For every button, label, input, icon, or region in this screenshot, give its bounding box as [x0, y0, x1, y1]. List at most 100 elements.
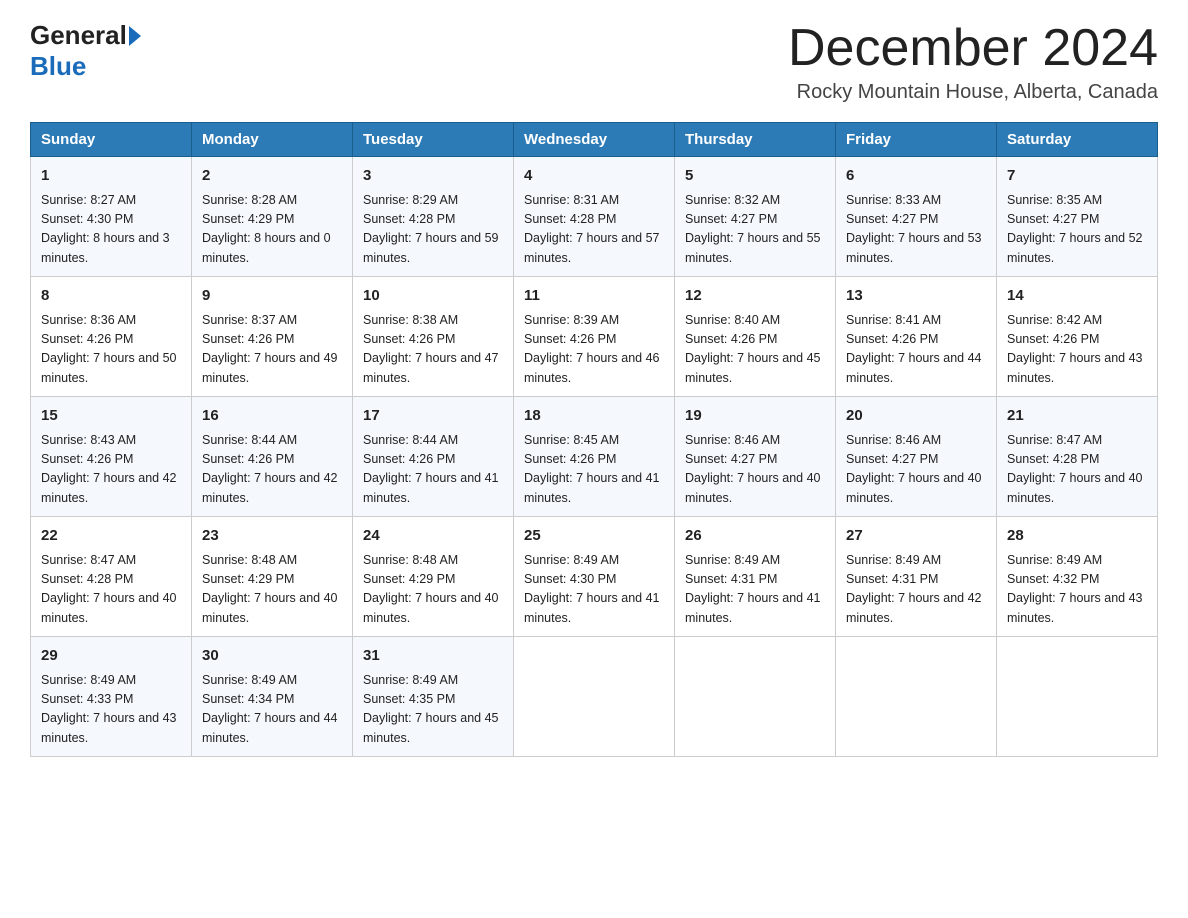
- day-number: 24: [363, 525, 503, 548]
- day-info: Sunrise: 8:48 AMSunset: 4:29 PMDaylight:…: [363, 551, 503, 629]
- calendar-cell: [836, 637, 997, 757]
- calendar-cell: [675, 637, 836, 757]
- calendar-week-2: 8Sunrise: 8:36 AMSunset: 4:26 PMDaylight…: [31, 277, 1158, 397]
- day-number: 4: [524, 165, 664, 188]
- month-title: December 2024: [788, 20, 1158, 77]
- calendar-week-5: 29 Sunrise: 8:49 AMSunset: 4:33 PMDayligh…: [31, 637, 1158, 757]
- calendar-cell: 7 Sunrise: 8:35 AMSunset: 4:27 PMDaylight…: [997, 157, 1158, 277]
- calendar-cell: 11Sunrise: 8:39 AMSunset: 4:26 PMDayligh…: [514, 277, 675, 397]
- day-info: Sunrise: 8:49 AMSunset: 4:30 PMDaylight:…: [524, 551, 664, 629]
- calendar-cell: 6 Sunrise: 8:33 AMSunset: 4:27 PMDaylight…: [836, 157, 997, 277]
- day-number: 3: [363, 165, 503, 188]
- calendar-cell: 18 Sunrise: 8:45 AMSunset: 4:26 PMDayligh…: [514, 397, 675, 517]
- calendar-cell: 22 Sunrise: 8:47 AMSunset: 4:28 PMDayligh…: [31, 517, 192, 637]
- day-number: 18: [524, 405, 664, 428]
- day-info: Sunrise: 8:49 AMSunset: 4:33 PMDaylight:…: [41, 671, 181, 749]
- day-number: 29: [41, 645, 181, 668]
- calendar-cell: 24 Sunrise: 8:48 AMSunset: 4:29 PMDayligh…: [353, 517, 514, 637]
- logo-general-text: General: [30, 20, 127, 51]
- day-number: 2: [202, 165, 342, 188]
- header-day-tuesday: Tuesday: [353, 123, 514, 157]
- day-number: 26: [685, 525, 825, 548]
- day-number: 1: [41, 165, 181, 188]
- day-number: 17: [363, 405, 503, 428]
- calendar-cell: 17 Sunrise: 8:44 AMSunset: 4:26 PMDayligh…: [353, 397, 514, 517]
- day-info: Sunrise: 8:40 AMSunset: 4:26 PMDaylight:…: [685, 311, 825, 389]
- day-info: Sunrise: 8:36 AMSunset: 4:26 PMDaylight:…: [41, 311, 181, 389]
- header-day-monday: Monday: [192, 123, 353, 157]
- title-block: December 2024 Rocky Mountain House, Albe…: [788, 20, 1158, 104]
- day-info: Sunrise: 8:47 AMSunset: 4:28 PMDaylight:…: [41, 551, 181, 629]
- logo-blue-text: Blue: [30, 51, 86, 81]
- day-number: 14: [1007, 285, 1147, 308]
- day-info: Sunrise: 8:33 AMSunset: 4:27 PMDaylight:…: [846, 191, 986, 269]
- day-info: Sunrise: 8:49 AMSunset: 4:35 PMDaylight:…: [363, 671, 503, 749]
- calendar-cell: 1 Sunrise: 8:27 AMSunset: 4:30 PMDaylight…: [31, 157, 192, 277]
- header-day-sunday: Sunday: [31, 123, 192, 157]
- calendar-cell: 31 Sunrise: 8:49 AMSunset: 4:35 PMDayligh…: [353, 637, 514, 757]
- day-number: 23: [202, 525, 342, 548]
- day-info: Sunrise: 8:46 AMSunset: 4:27 PMDaylight:…: [846, 431, 986, 509]
- day-number: 6: [846, 165, 986, 188]
- calendar-cell: 27 Sunrise: 8:49 AMSunset: 4:31 PMDayligh…: [836, 517, 997, 637]
- day-info: Sunrise: 8:35 AMSunset: 4:27 PMDaylight:…: [1007, 191, 1147, 269]
- calendar-cell: 8Sunrise: 8:36 AMSunset: 4:26 PMDaylight…: [31, 277, 192, 397]
- calendar-cell: 2 Sunrise: 8:28 AMSunset: 4:29 PMDaylight…: [192, 157, 353, 277]
- calendar-cell: 13 Sunrise: 8:41 AMSunset: 4:26 PMDayligh…: [836, 277, 997, 397]
- header-day-thursday: Thursday: [675, 123, 836, 157]
- logo-arrow-icon: [129, 26, 141, 46]
- day-number: 10: [363, 285, 503, 308]
- calendar-cell: 23Sunrise: 8:48 AMSunset: 4:29 PMDayligh…: [192, 517, 353, 637]
- calendar-cell: 14 Sunrise: 8:42 AMSunset: 4:26 PMDayligh…: [997, 277, 1158, 397]
- day-info: Sunrise: 8:45 AMSunset: 4:26 PMDaylight:…: [524, 431, 664, 509]
- day-info: Sunrise: 8:44 AMSunset: 4:26 PMDaylight:…: [202, 431, 342, 509]
- calendar-cell: 3Sunrise: 8:29 AMSunset: 4:28 PMDaylight…: [353, 157, 514, 277]
- page-header: General Blue December 2024 Rocky Mountai…: [30, 20, 1158, 104]
- calendar-cell: [997, 637, 1158, 757]
- day-info: Sunrise: 8:28 AMSunset: 4:29 PMDaylight:…: [202, 191, 342, 269]
- day-number: 22: [41, 525, 181, 548]
- location-subtitle: Rocky Mountain House, Alberta, Canada: [788, 81, 1158, 104]
- calendar-cell: 28 Sunrise: 8:49 AMSunset: 4:32 PMDayligh…: [997, 517, 1158, 637]
- day-number: 5: [685, 165, 825, 188]
- day-info: Sunrise: 8:44 AMSunset: 4:26 PMDaylight:…: [363, 431, 503, 509]
- day-info: Sunrise: 8:27 AMSunset: 4:30 PMDaylight:…: [41, 191, 181, 269]
- calendar-cell: 5 Sunrise: 8:32 AMSunset: 4:27 PMDaylight…: [675, 157, 836, 277]
- day-number: 27: [846, 525, 986, 548]
- day-info: Sunrise: 8:38 AMSunset: 4:26 PMDaylight:…: [363, 311, 503, 389]
- header-day-friday: Friday: [836, 123, 997, 157]
- day-number: 28: [1007, 525, 1147, 548]
- calendar-week-1: 1 Sunrise: 8:27 AMSunset: 4:30 PMDaylight…: [31, 157, 1158, 277]
- calendar-cell: 16Sunrise: 8:44 AMSunset: 4:26 PMDayligh…: [192, 397, 353, 517]
- calendar-cell: 10 Sunrise: 8:38 AMSunset: 4:26 PMDayligh…: [353, 277, 514, 397]
- day-info: Sunrise: 8:49 AMSunset: 4:31 PMDaylight:…: [846, 551, 986, 629]
- calendar-week-4: 22 Sunrise: 8:47 AMSunset: 4:28 PMDayligh…: [31, 517, 1158, 637]
- day-info: Sunrise: 8:46 AMSunset: 4:27 PMDaylight:…: [685, 431, 825, 509]
- day-number: 13: [846, 285, 986, 308]
- calendar-cell: 4 Sunrise: 8:31 AMSunset: 4:28 PMDaylight…: [514, 157, 675, 277]
- day-number: 21: [1007, 405, 1147, 428]
- day-info: Sunrise: 8:37 AMSunset: 4:26 PMDaylight:…: [202, 311, 342, 389]
- day-number: 30: [202, 645, 342, 668]
- day-info: Sunrise: 8:32 AMSunset: 4:27 PMDaylight:…: [685, 191, 825, 269]
- calendar-cell: 20Sunrise: 8:46 AMSunset: 4:27 PMDayligh…: [836, 397, 997, 517]
- day-number: 7: [1007, 165, 1147, 188]
- calendar-cell: [514, 637, 675, 757]
- day-info: Sunrise: 8:49 AMSunset: 4:34 PMDaylight:…: [202, 671, 342, 749]
- calendar-header-row: SundayMondayTuesdayWednesdayThursdayFrid…: [31, 123, 1158, 157]
- day-info: Sunrise: 8:43 AMSunset: 4:26 PMDaylight:…: [41, 431, 181, 509]
- day-info: Sunrise: 8:31 AMSunset: 4:28 PMDaylight:…: [524, 191, 664, 269]
- day-number: 9: [202, 285, 342, 308]
- day-number: 25: [524, 525, 664, 548]
- day-number: 31: [363, 645, 503, 668]
- day-info: Sunrise: 8:41 AMSunset: 4:26 PMDaylight:…: [846, 311, 986, 389]
- day-info: Sunrise: 8:49 AMSunset: 4:32 PMDaylight:…: [1007, 551, 1147, 629]
- day-number: 19: [685, 405, 825, 428]
- calendar-week-3: 15 Sunrise: 8:43 AMSunset: 4:26 PMDayligh…: [31, 397, 1158, 517]
- day-info: Sunrise: 8:42 AMSunset: 4:26 PMDaylight:…: [1007, 311, 1147, 389]
- calendar-cell: 9 Sunrise: 8:37 AMSunset: 4:26 PMDaylight…: [192, 277, 353, 397]
- calendar-cell: 25 Sunrise: 8:49 AMSunset: 4:30 PMDayligh…: [514, 517, 675, 637]
- day-number: 15: [41, 405, 181, 428]
- calendar-cell: 12Sunrise: 8:40 AMSunset: 4:26 PMDayligh…: [675, 277, 836, 397]
- day-info: Sunrise: 8:47 AMSunset: 4:28 PMDaylight:…: [1007, 431, 1147, 509]
